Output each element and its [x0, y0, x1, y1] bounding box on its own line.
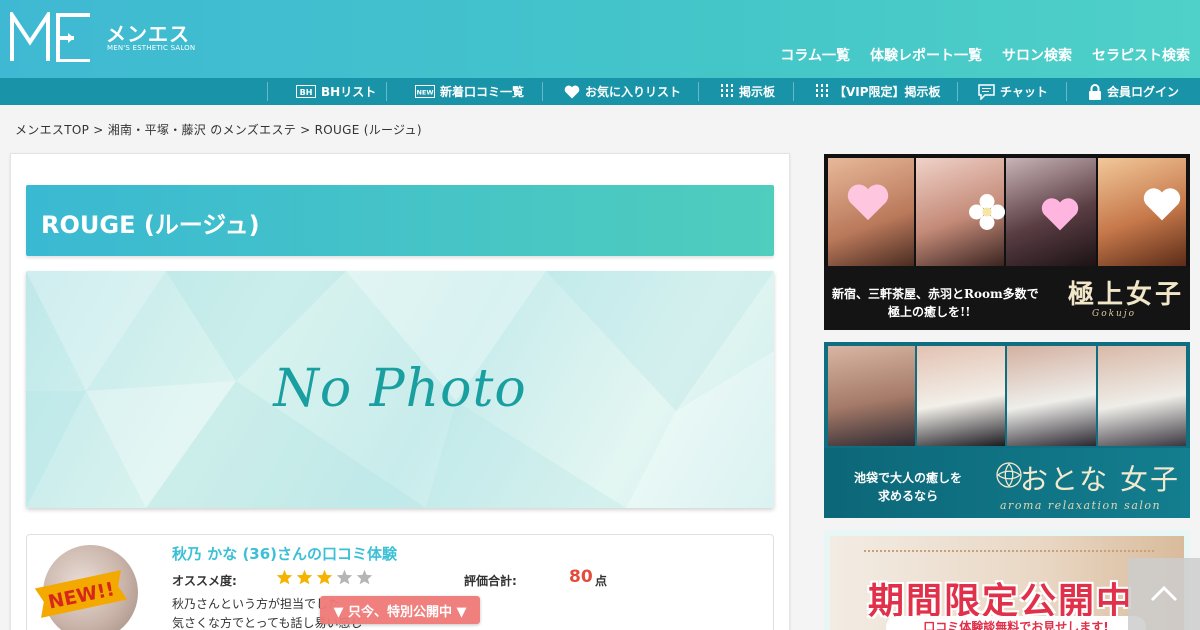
- ad-banner-gokujo[interactable]: 新宿、三軒茶屋、赤羽とRoom多数で 極上の癒しを!! 極上女子 Gokujo: [824, 154, 1190, 330]
- heart-icon: [1143, 188, 1181, 221]
- logo-subtitle: MEN'S ESTHETIC SALON: [107, 44, 196, 52]
- ad-banner-otona[interactable]: 池袋で大人の癒しを 求めるなら おとな 女子 aroma relaxation …: [824, 342, 1190, 518]
- banner-brand-sub: Gokujo: [1092, 309, 1137, 319]
- subnav-vip-board[interactable]: 【VIP限定】掲示板: [815, 78, 941, 105]
- nav-column-list[interactable]: コラム一覧: [780, 45, 850, 65]
- review-title[interactable]: 秋乃 かな (36)さんの口コミ体験: [172, 543, 397, 564]
- no-photo-label: No Photo: [273, 359, 527, 419]
- star-icon: [296, 569, 313, 585]
- subnav-board[interactable]: 掲示板: [720, 78, 775, 105]
- total-score-value: 80: [569, 567, 593, 587]
- subnav-bh-list[interactable]: BH BHリスト: [296, 78, 376, 105]
- banner-brand: おとな 女子: [1020, 463, 1181, 496]
- banner-photo: [828, 346, 915, 446]
- star-icon: [336, 569, 353, 585]
- main-nav: コラム一覧 体験レポート一覧 サロン検索 セラピスト検索: [780, 45, 1190, 65]
- banner-photo: [1007, 346, 1096, 446]
- banner-ornament: [864, 550, 1154, 560]
- banner-brand-sub: aroma relaxation salon: [1000, 499, 1162, 512]
- star-icon: [276, 569, 293, 585]
- banner-copy: 新宿、三軒茶屋、赤羽とRoom多数で 極上の癒しを!!: [832, 287, 1039, 319]
- star-icon: [356, 569, 373, 585]
- nav-salon-search[interactable]: サロン検索: [1002, 45, 1072, 65]
- salon-title-bar: ROUGE (ルージュ): [26, 185, 774, 256]
- new-icon: NEW: [415, 85, 435, 98]
- nav-report-list[interactable]: 体験レポート一覧: [870, 45, 982, 65]
- logo-text: メンエス: [106, 22, 190, 46]
- subnav-favorites[interactable]: お気に入りリスト: [564, 78, 681, 105]
- total-score-label: 評価合計:: [464, 574, 517, 588]
- heart-icon: [564, 85, 580, 98]
- chevron-up-icon: [1150, 585, 1178, 602]
- site-logo[interactable]: メンエス MEN'S ESTHETIC SALON: [10, 12, 195, 64]
- banner-subtitle: 口コミ体験談無料でお見せします!: [886, 616, 1146, 630]
- subnav-new-reviews[interactable]: NEW 新着口コミ一覧: [415, 78, 524, 105]
- lock-icon: [1089, 83, 1101, 100]
- subnav-divider: [267, 82, 268, 101]
- me-logo-icon: [10, 12, 90, 62]
- subnav-divider: [957, 82, 958, 101]
- flower-icon: [969, 194, 1005, 230]
- subnav-divider: [698, 82, 699, 101]
- board-icon: [721, 83, 733, 97]
- page-title: ROUGE (ルージュ): [41, 211, 260, 239]
- salon-detail-card: ROUGE (ルージュ) No Photo NEW!! 秋乃 かな (36)さん…: [10, 153, 790, 630]
- recommend-label: オススメ度:: [172, 574, 237, 588]
- subnav-divider: [542, 82, 543, 101]
- breadcrumb[interactable]: メンエスTOP > 湘南・平塚・藤沢 のメンズエステ > ROUGE (ルージュ…: [15, 121, 422, 138]
- banner-brand: 極上女子: [1068, 280, 1185, 310]
- site-header: メンエス MEN'S ESTHETIC SALON コラム一覧 体験レポート一覧…: [0, 0, 1200, 78]
- subnav-member-login[interactable]: 会員ログイン: [1088, 78, 1179, 105]
- bh-icon: BH: [296, 85, 316, 98]
- svg-text:NEW: NEW: [416, 89, 433, 97]
- banner-copy: 池袋で大人の癒しを 求めるなら: [854, 471, 963, 503]
- subnav-divider: [793, 82, 794, 101]
- star-rating: [276, 569, 373, 585]
- subnav-divider: [1066, 82, 1067, 101]
- review-card[interactable]: NEW!! 秋乃 かな (36)さんの口コミ体験 オススメ度: 評価合計: 80…: [26, 534, 774, 630]
- chat-icon: [978, 83, 995, 100]
- score-unit: 点: [595, 574, 608, 588]
- subnav-chat[interactable]: チャット: [978, 78, 1048, 105]
- star-icon: [316, 569, 333, 585]
- banner-photo: [1098, 346, 1186, 446]
- heart-icon: [847, 184, 889, 221]
- nav-therapist-search[interactable]: セラピスト検索: [1092, 45, 1190, 65]
- special-reveal-button[interactable]: ▼ 只今、特別公開中 ▼: [320, 596, 480, 624]
- subnav-divider: [386, 82, 387, 101]
- heart-icon: [1041, 198, 1079, 231]
- sub-nav: BH BHリスト NEW 新着口コミ一覧 お気に入りリスト 掲示板 【VIP限定…: [0, 78, 1200, 105]
- new-badge: NEW!!: [34, 570, 128, 618]
- svg-text:BH: BH: [300, 88, 313, 97]
- salon-photo-placeholder: No Photo: [26, 271, 774, 508]
- banner-photo: [917, 346, 1005, 446]
- back-to-top-button[interactable]: [1128, 558, 1200, 630]
- vip-board-icon: [816, 83, 828, 97]
